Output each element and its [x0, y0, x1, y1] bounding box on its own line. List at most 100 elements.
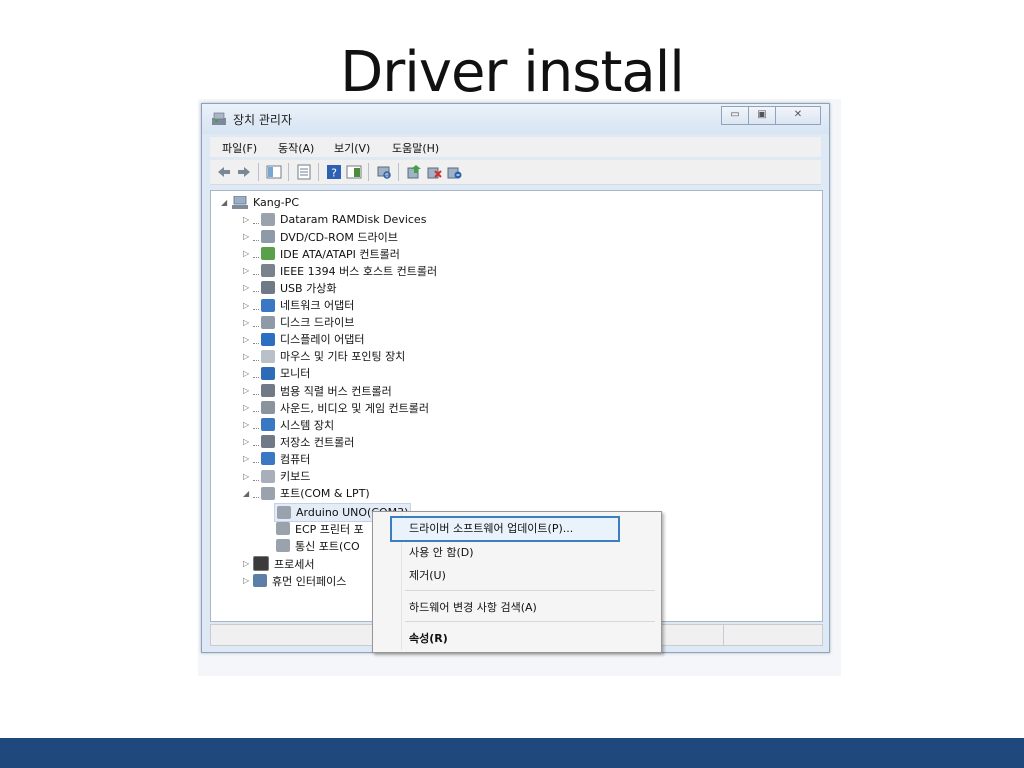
- tree-node-usb-virtualization[interactable]: ▷ USB 가상화: [243, 279, 336, 296]
- tree-node-keyboard[interactable]: ▷ 키보드: [243, 468, 310, 485]
- tree-node-ramdisk[interactable]: ▷ Dataram RAMDisk Devices: [243, 211, 426, 228]
- device-manager-icon: [212, 112, 226, 125]
- menu-separator: [405, 621, 655, 622]
- context-menu: 드라이버 소프트웨어 업데이트(P)... 사용 안 함(D) 제거(U) 하드…: [372, 511, 662, 653]
- minimize-button[interactable]: ▭: [721, 106, 749, 125]
- expand-arrow-icon[interactable]: ▷: [243, 420, 253, 429]
- tree-connector: [253, 472, 259, 481]
- help-icon[interactable]: ?: [326, 164, 342, 180]
- expand-arrow-icon[interactable]: ▷: [243, 403, 253, 412]
- update-driver-icon[interactable]: [406, 164, 422, 180]
- usb-virtualization-icon: [261, 281, 275, 295]
- forward-arrow-icon[interactable]: [236, 164, 252, 180]
- properties-icon[interactable]: [296, 164, 312, 180]
- expand-arrow-icon[interactable]: ▷: [243, 335, 253, 344]
- close-button[interactable]: ✕: [775, 106, 821, 125]
- uninstall-device-icon[interactable]: [446, 164, 462, 180]
- tree-node-disk-drive[interactable]: ▷ 디스크 드라이브: [243, 314, 354, 331]
- menu-item-scan-hardware[interactable]: 하드웨어 변경 사항 검색(A): [409, 599, 537, 615]
- expand-arrow-icon[interactable]: ▷: [243, 266, 253, 275]
- tree-node-mouse[interactable]: ▷ 마우스 및 기타 포인팅 장치: [243, 348, 405, 365]
- tree-connector: [253, 266, 259, 276]
- ieee1394-icon: [261, 264, 275, 278]
- tree-connector: [253, 369, 259, 378]
- tree-connector: [253, 232, 259, 242]
- disable-device-icon[interactable]: [426, 164, 442, 180]
- tree-node-monitor[interactable]: ▷ 모니터: [243, 365, 310, 382]
- tree-device-comm-port[interactable]: 통신 포트(CO: [276, 537, 360, 554]
- tree-node-network-adapter[interactable]: ▷ 네트워크 어댑터: [243, 297, 354, 314]
- tree-root[interactable]: ◢ Kang-PC: [221, 194, 299, 211]
- menu-item-properties[interactable]: 속성(R): [409, 630, 448, 646]
- tree-node-hid[interactable]: ▷ 휴먼 인터페이스: [243, 572, 346, 589]
- expand-arrow-icon[interactable]: ▷: [243, 472, 253, 481]
- expand-arrow-icon[interactable]: ▷: [243, 283, 253, 292]
- menu-item-update-driver[interactable]: 드라이버 소프트웨어 업데이트(P)...: [409, 520, 573, 536]
- tree-connector: [253, 489, 259, 498]
- menu-item-disable[interactable]: 사용 안 함(D): [409, 544, 474, 560]
- slide-footer-band: [0, 738, 1024, 768]
- tree-connector: [253, 301, 259, 310]
- expand-arrow-icon[interactable]: ▷: [243, 249, 253, 258]
- menu-item-uninstall[interactable]: 제거(U): [409, 567, 446, 583]
- tree-connector: [253, 249, 259, 259]
- tree-node-display-adapter[interactable]: ▷ 디스플레이 어댑터: [243, 331, 364, 348]
- expand-arrow-icon[interactable]: ▷: [243, 559, 253, 568]
- display-adapter-icon: [261, 332, 275, 346]
- tree-node-label: IDE ATA/ATAPI 컨트롤러: [280, 247, 400, 261]
- tree-node-computer[interactable]: ▷ 컴퓨터: [243, 450, 310, 467]
- expand-arrow-icon[interactable]: ▷: [243, 437, 253, 446]
- tree-node-sound[interactable]: ▷ 사운드, 비디오 및 게임 컨트롤러: [243, 399, 429, 416]
- scan-hardware-icon[interactable]: [376, 164, 392, 180]
- collapse-arrow-icon[interactable]: ◢: [243, 489, 253, 498]
- expand-arrow-icon[interactable]: ▷: [243, 318, 253, 327]
- menu-view[interactable]: 보기(V): [334, 140, 370, 156]
- expand-arrow-icon[interactable]: ▷: [243, 576, 253, 585]
- menu-file[interactable]: 파일(F): [222, 140, 257, 156]
- view-icon[interactable]: [346, 164, 362, 180]
- expand-arrow-icon[interactable]: ▷: [243, 301, 253, 310]
- tree-device-ecp-printer-port[interactable]: ECP 프린터 포: [276, 520, 364, 537]
- tree-connector: [253, 283, 259, 293]
- menu-separator: [405, 590, 655, 591]
- tree-connector: [253, 215, 259, 224]
- disk-drive-icon: [261, 315, 275, 329]
- usb-controller-icon: [261, 384, 275, 397]
- tree-node-usb-controller[interactable]: ▷ 범용 직렬 버스 컨트롤러: [243, 382, 392, 399]
- title-bar[interactable]: 장치 관리자 ▭ ▣ ✕: [202, 104, 829, 134]
- tree-node-label: 휴먼 인터페이스: [272, 574, 347, 588]
- expand-arrow-icon[interactable]: ▷: [243, 386, 253, 395]
- tree-node-dvd[interactable]: ▷ DVD/CD-ROM 드라이브: [243, 228, 398, 245]
- toolbar: ?: [210, 160, 821, 185]
- expand-arrow-icon[interactable]: ▷: [243, 454, 253, 463]
- maximize-button[interactable]: ▣: [748, 106, 776, 125]
- tree-node-label: DVD/CD-ROM 드라이브: [280, 230, 398, 244]
- expand-arrow-icon[interactable]: ▷: [243, 232, 253, 241]
- computer-icon: [261, 452, 275, 466]
- hid-icon: [253, 574, 267, 587]
- tree-node-storage-controller[interactable]: ▷ 저장소 컨트롤러: [243, 433, 354, 450]
- tree-node-system-devices[interactable]: ▷ 시스템 장치: [243, 416, 334, 433]
- tree-node-label: 네트워크 어댑터: [280, 299, 355, 312]
- show-hide-tree-icon[interactable]: [266, 164, 282, 180]
- sound-icon: [261, 401, 275, 415]
- expand-arrow-icon[interactable]: ▷: [243, 369, 253, 378]
- tree-node-ports[interactable]: ◢ 포트(COM & LPT): [243, 485, 370, 502]
- svg-text:?: ?: [331, 167, 337, 180]
- tree-device-label: ECP 프린터 포: [295, 522, 364, 536]
- tree-node-ide[interactable]: ▷ IDE ATA/ATAPI 컨트롤러: [243, 245, 400, 262]
- tree-node-label: Dataram RAMDisk Devices: [280, 213, 427, 226]
- back-arrow-icon[interactable]: [216, 164, 232, 180]
- window-controls: ▭ ▣ ✕: [721, 106, 821, 125]
- tree-node-ieee1394[interactable]: ▷ IEEE 1394 버스 호스트 컨트롤러: [243, 262, 437, 279]
- expand-arrow-icon[interactable]: ▷: [243, 215, 253, 224]
- dvd-icon: [261, 230, 275, 244]
- expand-arrow-icon[interactable]: ▷: [243, 352, 253, 361]
- monitor-icon: [261, 366, 275, 380]
- keyboard-icon: [261, 469, 275, 483]
- tree-node-label: 포트(COM & LPT): [280, 487, 370, 501]
- tree-node-processor[interactable]: ▷ 프로세서: [243, 555, 314, 572]
- menu-help[interactable]: 도움말(H): [392, 140, 439, 156]
- collapse-arrow-icon[interactable]: ◢: [221, 198, 231, 207]
- menu-action[interactable]: 동작(A): [278, 140, 314, 156]
